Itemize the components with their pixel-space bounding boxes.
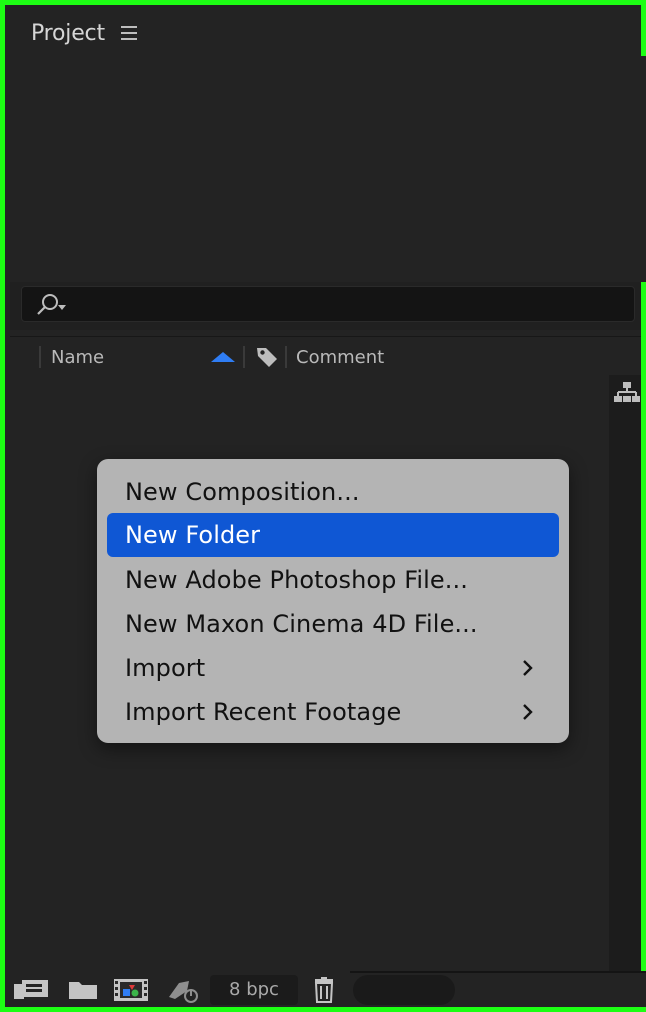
menu-item-label: New Composition...: [125, 478, 360, 506]
menu-item-label: Import: [125, 654, 206, 682]
search-input[interactable]: [21, 286, 635, 322]
sort-ascending-icon[interactable]: [211, 352, 235, 362]
thumbnail-size-slider[interactable]: [353, 975, 455, 1005]
column-comment-header[interactable]: Comment: [296, 347, 384, 368]
panel-title: Project: [31, 21, 105, 46]
column-divider[interactable]: [243, 346, 245, 368]
bottom-toolbar: 8 bpc: [10, 971, 646, 1007]
thumbnail-preview-area: [10, 56, 646, 282]
side-strip: [609, 375, 641, 971]
context-menu: New Composition... New Folder New Adobe …: [97, 459, 569, 743]
column-divider[interactable]: [39, 346, 41, 368]
menu-item-new-folder[interactable]: New Folder: [107, 513, 559, 557]
column-header-row: Name Comment: [10, 336, 641, 376]
flowchart-icon[interactable]: [614, 381, 640, 405]
search-row: [10, 282, 641, 330]
tag-icon[interactable]: [254, 344, 280, 370]
render-queue-icon[interactable]: [165, 977, 201, 1003]
menu-item-label: New Maxon Cinema 4D File...: [125, 610, 478, 638]
column-divider[interactable]: [285, 346, 287, 368]
menu-item-new-cinema4d-file[interactable]: New Maxon Cinema 4D File...: [107, 602, 559, 646]
menu-item-label: New Adobe Photoshop File...: [125, 566, 468, 594]
panel-header: Project: [10, 10, 646, 56]
project-panel-frame: Project Name Comment New Composition... …: [0, 0, 646, 1012]
interpret-footage-icon[interactable]: [13, 977, 49, 1003]
menu-item-import[interactable]: Import: [107, 646, 559, 690]
menu-item-new-composition[interactable]: New Composition...: [107, 470, 559, 514]
bit-depth-button[interactable]: 8 bpc: [210, 975, 298, 1005]
menu-item-import-recent-footage[interactable]: Import Recent Footage: [107, 690, 559, 734]
chevron-right-icon: [523, 660, 533, 676]
menu-item-label: New Folder: [125, 521, 261, 549]
new-composition-icon[interactable]: [113, 977, 149, 1003]
column-name-header[interactable]: Name: [51, 347, 104, 368]
chevron-right-icon: [523, 704, 533, 720]
menu-item-label: Import Recent Footage: [125, 698, 402, 726]
toolbar-divider: [350, 971, 646, 973]
new-folder-icon[interactable]: [67, 977, 103, 1003]
hamburger-menu-icon[interactable]: [121, 26, 137, 40]
search-icon[interactable]: [36, 293, 70, 315]
menu-item-new-photoshop-file[interactable]: New Adobe Photoshop File...: [107, 558, 559, 602]
delete-icon[interactable]: [306, 977, 342, 1003]
